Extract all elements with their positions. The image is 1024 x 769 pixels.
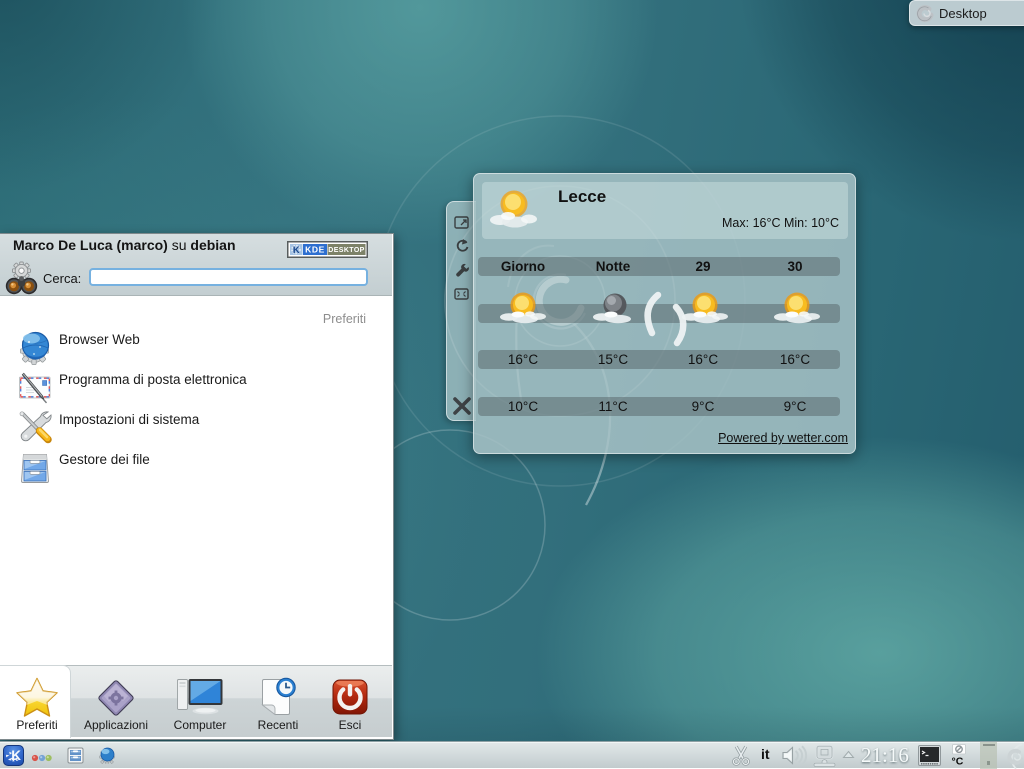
svg-text:°C: °C [952,756,964,768]
svg-text:DESKTOP: DESKTOP [328,247,365,254]
svg-text:KDE: KDE [305,244,325,254]
svg-text:K: K [293,245,300,256]
svg-text:K: K [11,748,21,763]
